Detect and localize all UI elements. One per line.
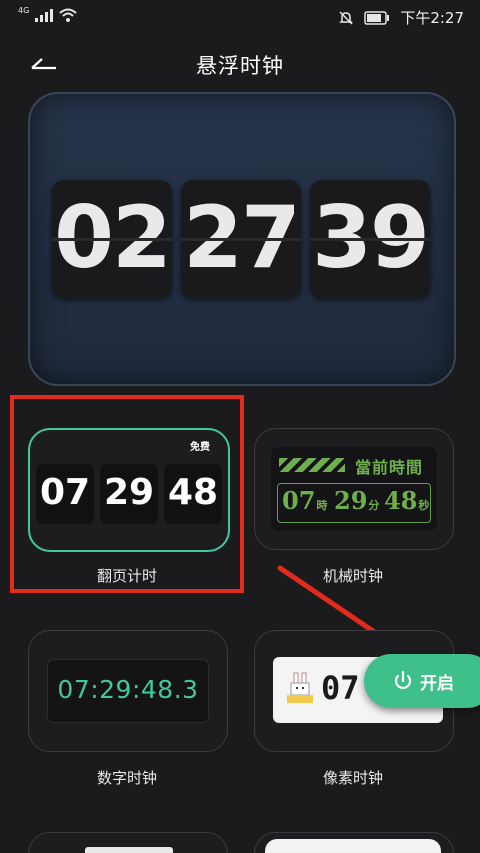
mechanical-time-box: 07時 29分 48秒 — [277, 483, 431, 523]
more-clock-card-right[interactable] — [254, 832, 454, 853]
more-clock-card-left[interactable] — [28, 832, 228, 853]
preview-hours: 02 — [54, 188, 172, 288]
preview-seconds-card: 39 — [310, 180, 430, 298]
mechanical-hours: 07時 — [282, 486, 328, 515]
status-left: 4G — [18, 5, 77, 22]
mute-bell-icon — [339, 10, 354, 25]
digital-clock-label: 数字时钟 — [96, 769, 157, 787]
rabbit-icon — [287, 672, 313, 703]
preview-minutes-card: 27 — [181, 180, 301, 298]
page-title: 悬浮时钟 — [196, 54, 284, 78]
mechanical-seconds: 48秒 — [384, 486, 430, 515]
power-icon — [394, 670, 412, 689]
battery-icon — [364, 10, 390, 25]
status-time: 下午2:27 — [400, 9, 464, 27]
stripes-decoration — [279, 458, 345, 472]
digital-time: 07:29:48.3 — [57, 675, 199, 704]
wifi-icon — [59, 8, 77, 22]
preview-hours-card: 02 — [52, 180, 172, 298]
header: 悬浮时钟 — [0, 42, 480, 86]
card-preview-strip — [85, 847, 173, 853]
network-type: 4G — [18, 5, 30, 15]
status-right: 下午2:27 — [338, 7, 464, 28]
open-button[interactable]: 开启 — [364, 654, 480, 708]
clock-preview: 02 27 39 — [28, 92, 456, 386]
app-screen: 4G 下午2:27 悬浮时钟 02 27 39 免费 07 29 48 翻页计时… — [0, 0, 480, 853]
mechanical-minutes: 29分 — [334, 486, 380, 515]
preview-seconds: 39 — [312, 188, 430, 288]
pixel-time: 07 — [321, 669, 360, 707]
digital-clock-card[interactable]: 07:29:48.3 — [28, 630, 228, 752]
mechanical-clock-card[interactable]: 當前時間 07時 29分 48秒 — [254, 428, 454, 550]
mechanical-title: 當前時間 — [355, 458, 424, 477]
mechanical-clock-face: 當前時間 07時 29分 48秒 — [271, 447, 437, 531]
card-preview-strip — [265, 839, 441, 853]
open-button-label: 开启 — [420, 674, 454, 694]
signal-icon — [35, 8, 54, 22]
selection-highlight — [10, 395, 244, 593]
preview-minutes: 27 — [183, 188, 301, 288]
digital-clock-face: 07:29:48.3 — [47, 659, 209, 723]
pixel-clock-label: 像素时钟 — [322, 769, 383, 787]
status-bar: 4G 下午2:27 — [0, 0, 480, 34]
